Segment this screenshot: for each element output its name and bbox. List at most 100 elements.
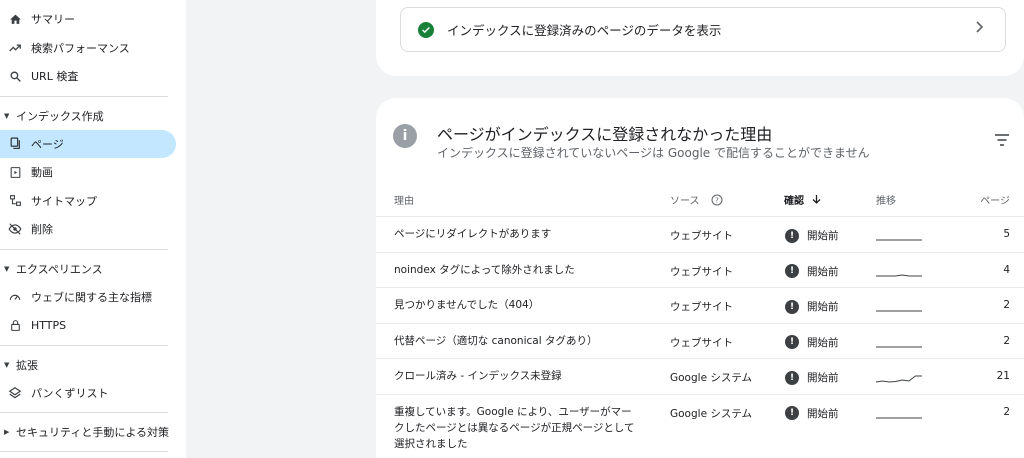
sidebar-item-label: 検索パフォーマンス [31,41,130,55]
pages-count: 2 [1003,334,1010,347]
card-subtitle: インデックスに登録されていないページは Google で配信することができません [437,146,870,160]
column-pages[interactable]: ページ [980,192,1010,207]
table-row[interactable]: 代替ページ（適切な canonical タグあり） ウェブサイト ! 開始前 2 [376,322,1024,359]
view-indexed-pages-link[interactable]: インデックスに登録済みのページのデータを表示 [400,7,1006,52]
sidebar-item-label: ページ [31,137,64,151]
status-label: 開始前 [807,230,839,242]
caret-down-icon: ▼ [4,264,10,273]
sidebar-item-pages[interactable]: ページ [0,129,176,158]
table-row[interactable]: 重複しています。Google により、ユーザーがマークしたページとは異なるページ… [376,393,1024,458]
alert-icon: ! [785,370,799,385]
status-label: 開始前 [807,336,839,349]
sidebar-item-breadcrumbs[interactable]: パンくずリスト [0,379,186,408]
alert-icon: ! [785,406,799,420]
sidebar-item-url-inspection[interactable]: URL 検査 [0,62,186,91]
trend-sparkline [875,371,922,386]
sidebar-item-label: ウェブに関する主な指標 [31,290,152,304]
sidebar-item-label: 削除 [31,223,53,237]
source-cell: Google システム [670,407,753,420]
sidebar-item-core-web-vitals[interactable]: ウェブに関する主な指標 [0,283,186,312]
trend-sparkline [876,300,922,315]
sidebar-item-performance[interactable]: 検索パフォーマンス [0,34,186,63]
filter-icon[interactable] [994,132,1010,151]
table-row[interactable]: noindex タグによって除外されました ウェブサイト! 開始前 4 [376,251,1024,288]
trend-sparkline [876,265,922,280]
section-enhancements[interactable]: ▼ 拡張 [0,351,186,379]
reason-cell: 代替ページ（適切な canonical タグあり） [394,334,598,347]
status-cell: ! 開始前 [785,335,839,350]
trend-sparkline [876,336,922,351]
source-cell: ウェブサイト [670,336,733,349]
source-cell: ウェブサイト [670,265,733,278]
card-title: ページがインデックスに登録されなかった理由 [437,125,773,144]
pages-icon [8,137,22,151]
column-reason[interactable]: 理由 [394,192,414,207]
section-indexing[interactable]: ▼ インデックス作成 [0,102,186,130]
section-label: インデックス作成 [16,109,104,123]
layers-icon [8,386,22,400]
caret-down-icon: ▼ [4,111,10,120]
divider [0,344,168,346]
pages-count: 4 [1003,263,1010,276]
home-icon [8,12,22,26]
source-cell: ウェブサイト [670,301,733,313]
sidebar-item-https[interactable]: HTTPS [0,311,186,340]
sparkline-line [875,375,922,383]
pages-count: 21 [996,370,1010,382]
indexed-summary-card: インデックスに登録済みのページのデータを表示 [376,0,1024,76]
search-icon [8,69,22,83]
divider [0,248,168,250]
lock-icon [8,318,22,332]
pages-count: 2 [1003,299,1010,311]
sidebar: サマリー 検索パフォーマンス URL 検査 ▼ インデックス作成 ページ 動画 … [0,0,186,458]
divider [0,451,168,452]
reason-cell: 見つかりませんでした（404） [394,299,540,311]
column-source[interactable]: ソース ? [670,192,723,209]
column-validation-label: 確認 [784,196,804,207]
sidebar-item-removals[interactable]: 削除 [0,215,186,244]
caret-down-icon: ▼ [4,360,10,369]
check-circle-icon [418,21,434,38]
eye-off-icon [8,222,22,236]
info-icon: i [393,124,417,148]
status-cell: ! 開始前 [785,299,839,314]
reason-cell: noindex タグによって除外されました [394,263,575,276]
help-icon[interactable]: ? [711,194,723,209]
section-label: エクスペリエンス [16,262,103,276]
status-label: 開始前 [807,407,839,420]
table-header: 理由 ソース ? 確認 推移 ページ [376,188,1024,212]
not-indexed-card: i ページがインデックスに登録されなかった理由 インデックスに登録されていないペ… [376,98,1024,458]
view-indexed-pages-label: インデックスに登録済みのページのデータを表示 [447,23,722,38]
sidebar-item-label: パンくずリスト [31,386,109,400]
section-experience[interactable]: ▼ エクスペリエンス [0,255,186,283]
status-label: 開始前 [807,301,839,313]
chevron-right-icon [974,21,984,37]
sidebar-item-summary[interactable]: サマリー [0,5,186,34]
pages-count: 2 [1003,405,1010,418]
sidebar-item-sitemap[interactable]: サイトマップ [0,187,186,216]
table-row[interactable]: クロール済み - インデックス未登録 Google システム! 開始前 21 [376,358,1024,394]
table-row[interactable]: 見つかりませんでした（404） ウェブサイト ! 開始前 2 [376,287,1024,323]
source-cell: Google システム [670,372,753,384]
column-validation[interactable]: 確認 [784,192,821,207]
reason-cell: ページにリダイレクトがあります [394,228,552,240]
section-label: セキュリティと手動による対策 [16,426,170,439]
table-row[interactable]: ページにリダイレクトがあります ウェブサイト! 開始前 5 [376,216,1024,252]
section-security[interactable]: ▶ セキュリティと手動による対策 [0,418,186,446]
sparkline-line [876,273,922,276]
alert-icon: ! [785,228,799,243]
trending-icon [8,41,22,55]
source-cell: ウェブサイト [670,230,733,242]
alert-icon: ! [785,264,799,278]
status-cell: ! 開始前 [785,228,839,243]
column-trend[interactable]: 推移 [876,192,896,207]
status-label: 開始前 [807,265,839,278]
arrow-down-icon [812,194,821,207]
sidebar-item-video[interactable]: 動画 [0,158,186,187]
column-source-label: ソース [670,196,700,207]
caret-right-icon: ▶ [4,428,10,436]
status-cell: ! 開始前 [785,370,839,385]
sitemap-icon [8,194,22,208]
pages-count: 5 [1003,228,1010,240]
sidebar-item-label: サマリー [31,13,75,27]
